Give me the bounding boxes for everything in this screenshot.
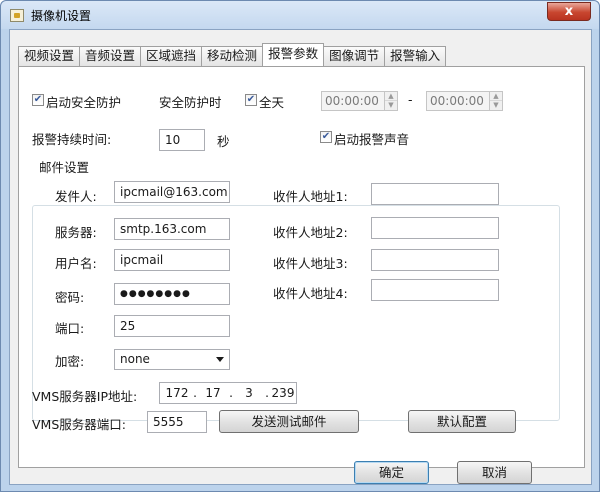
title-bar[interactable]: 摄像机设置 x (1, 1, 599, 29)
dialog-client-area: 视频设置 音频设置 区域遮挡 移动检测 报警参数 图像调节 报警输入 ✔ 启动安… (9, 29, 592, 485)
username-label: 用户名: (55, 256, 97, 271)
vms-ip-input[interactable]: 172 . 17 . 3 . 239 (159, 382, 297, 404)
app-icon (10, 9, 24, 22)
spin-up-icon[interactable]: ▲ (385, 92, 397, 101)
cancel-button[interactable]: 取消 (457, 461, 532, 484)
recipient-2-label: 收件人地址2: (273, 225, 348, 240)
spin-up-icon[interactable]: ▲ (490, 92, 502, 101)
ip-dot: . (229, 386, 233, 400)
tab-strip: 视频设置 音频设置 区域遮挡 移动检测 报警参数 图像调节 报警输入 (18, 43, 447, 66)
tab-alarm-input[interactable]: 报警输入 (384, 46, 447, 66)
tab-audio-settings[interactable]: 音频设置 (79, 46, 142, 66)
camera-settings-window: 摄像机设置 x 视频设置 音频设置 区域遮挡 移动检测 报警参数 图像调节 报警… (0, 0, 600, 492)
tab-image-adjust[interactable]: 图像调节 (323, 46, 386, 66)
duration-unit-label: 秒 (217, 134, 230, 149)
vms-port-label: VMS服务器端口: (32, 417, 126, 432)
sender-label: 发件人: (55, 189, 97, 204)
close-button[interactable]: x (547, 2, 591, 21)
recipient-2-input[interactable] (371, 217, 499, 239)
recipient-4-input[interactable] (371, 279, 499, 301)
mail-settings-title: 邮件设置 (36, 157, 93, 176)
server-label: 服务器: (55, 225, 97, 240)
ip-octet-4[interactable]: 239 (269, 383, 297, 403)
end-time-field[interactable]: 00:00:00 (426, 91, 490, 111)
alarm-sound-label: 启动报警声音 (334, 132, 410, 147)
alarm-sound-checkbox[interactable]: ✔ (320, 131, 332, 143)
recipient-1-input[interactable] (371, 183, 499, 205)
port-label: 端口: (55, 321, 85, 336)
ip-octet-3[interactable]: 3 (235, 383, 263, 403)
encrypt-select[interactable]: none (114, 349, 230, 370)
port-input[interactable]: 25 (114, 315, 230, 337)
recipient-3-label: 收件人地址3: (273, 256, 348, 271)
vms-ip-label: VMS服务器IP地址: (32, 389, 138, 404)
chevron-down-icon[interactable] (216, 357, 224, 362)
spin-down-icon[interactable]: ▼ (490, 101, 502, 110)
all-day-label: 全天 (259, 95, 285, 110)
enable-guard-checkbox[interactable]: ✔ (32, 94, 44, 106)
server-input[interactable]: smtp.163.com (114, 218, 230, 240)
tab-alarm-params[interactable]: 报警参数 (262, 43, 325, 66)
recipient-4-label: 收件人地址4: (273, 286, 348, 301)
window-title: 摄像机设置 (31, 9, 92, 23)
alarm-params-panel: ✔ 启动安全防护 安全防护时 ✔ 全天 00:00:00 ▲ ▼ - 00:00… (18, 66, 585, 468)
alarm-duration-input[interactable]: 10 (159, 129, 205, 151)
spin-down-icon[interactable]: ▼ (385, 101, 397, 110)
default-config-button[interactable]: 默认配置 (408, 410, 516, 433)
tab-motion-detection[interactable]: 移动检测 (201, 46, 264, 66)
alarm-duration-label: 报警持续时间: (32, 132, 112, 147)
recipient-3-input[interactable] (371, 249, 499, 271)
guard-time-label: 安全防护时 (159, 95, 222, 110)
enable-guard-label: 启动安全防护 (46, 95, 122, 110)
ip-octet-2[interactable]: 17 (199, 383, 227, 403)
ok-button[interactable]: 确定 (354, 461, 429, 484)
ip-octet-1[interactable]: 172 (163, 383, 191, 403)
tab-privacy-mask[interactable]: 区域遮挡 (140, 46, 203, 66)
ip-dot: . (193, 386, 197, 400)
tab-video-settings[interactable]: 视频设置 (18, 46, 81, 66)
encrypt-label: 加密: (55, 354, 85, 369)
time-separator: - (408, 92, 413, 107)
recipient-1-label: 收件人地址1: (273, 189, 348, 204)
username-input[interactable]: ipcmail (114, 249, 230, 271)
vms-port-input[interactable]: 5555 (147, 411, 207, 433)
sender-input[interactable]: ipcmail@163.com (114, 181, 230, 203)
password-input[interactable]: ●●●●●●●● (114, 283, 230, 305)
start-time-spinner[interactable]: ▲ ▼ (384, 91, 398, 111)
all-day-checkbox[interactable]: ✔ (245, 94, 257, 106)
send-test-mail-button[interactable]: 发送测试邮件 (219, 410, 359, 433)
end-time-spinner[interactable]: ▲ ▼ (489, 91, 503, 111)
start-time-field[interactable]: 00:00:00 (321, 91, 385, 111)
password-label: 密码: (55, 290, 85, 305)
encrypt-select-value: none (120, 352, 150, 366)
